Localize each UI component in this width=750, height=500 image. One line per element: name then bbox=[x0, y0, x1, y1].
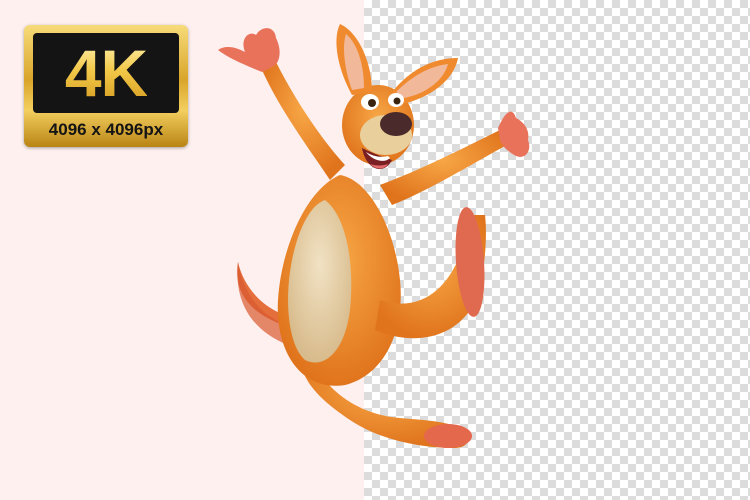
badge-4k-label: 4K bbox=[64, 36, 148, 110]
badge-resolution-label: 4096 x 4096px bbox=[48, 120, 164, 139]
4k-badge: 4K 4096 x 4096px bbox=[24, 25, 188, 147]
kangaroo-foot bbox=[424, 424, 472, 448]
kangaroo-right-hand bbox=[498, 111, 530, 157]
badge-inner-panel: 4K bbox=[33, 33, 179, 113]
kangaroo-left-arm bbox=[262, 62, 345, 180]
kangaroo-left-hand bbox=[218, 28, 280, 73]
kangaroo-nose bbox=[380, 112, 412, 136]
